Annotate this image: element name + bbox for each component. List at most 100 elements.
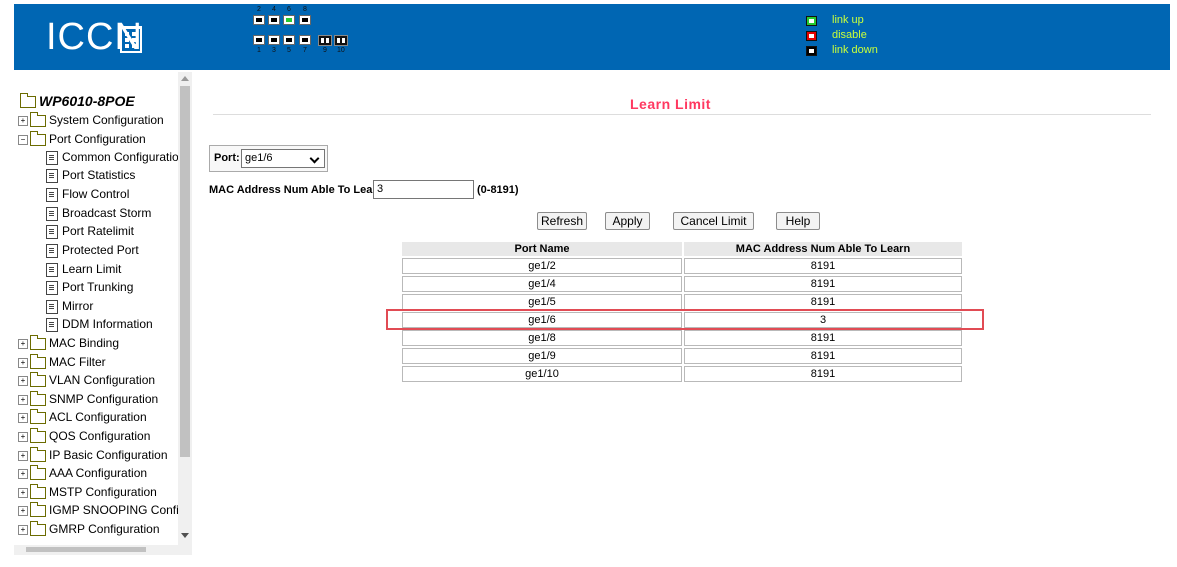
sidebar-item-learn-limit[interactable]: Learn Limit (46, 260, 121, 278)
expand-icon[interactable]: + (18, 505, 28, 516)
port-name-cell[interactable]: ge1/9 (402, 348, 682, 364)
sidebar-item-igmp-snooping-configuration[interactable]: + IGMP SNOOPING Configu (18, 501, 178, 519)
sidebar-item-qos-configuration[interactable]: + QOS Configuration (18, 427, 150, 445)
port-6-icon[interactable] (283, 15, 295, 25)
sidebar-item-mac-filter[interactable]: + MAC Filter (18, 353, 106, 371)
folder-icon (30, 501, 46, 517)
sidebar-item-port-ratelimit[interactable]: Port Ratelimit (46, 222, 134, 240)
sidebar-item-label: DDM Information (62, 317, 153, 331)
page-icon (46, 280, 58, 295)
port-name-cell[interactable]: ge1/2 (402, 258, 682, 274)
sidebar-item-gmrp-configuration[interactable]: + GMRP Configuration (18, 520, 160, 538)
sidebar-vertical-scrollbar[interactable] (178, 72, 192, 550)
sidebar-item-label: MAC Filter (49, 355, 106, 369)
sidebar-item-common-configuration[interactable]: Common Configuration (46, 148, 178, 166)
port-3-icon[interactable] (268, 35, 280, 45)
sidebar-item-label: GMRP Configuration (49, 522, 160, 536)
scroll-thumb[interactable] (180, 86, 190, 457)
port-number: 1 (257, 47, 261, 54)
folder-icon (30, 464, 46, 480)
port-number: 2 (257, 6, 261, 13)
scroll-down-icon[interactable] (181, 533, 189, 538)
link-up-icon (806, 16, 817, 26)
sidebar-horizontal-scrollbar[interactable] (14, 545, 192, 555)
sidebar-item-label: Port Statistics (62, 168, 136, 182)
sidebar-item-mac-binding[interactable]: + MAC Binding (18, 334, 119, 352)
sidebar-item-broadcast-storm[interactable]: Broadcast Storm (46, 204, 151, 222)
collapse-icon[interactable]: − (18, 134, 28, 145)
sidebar-item-flow-control[interactable]: Flow Control (46, 185, 129, 203)
refresh-button[interactable]: Refresh (537, 212, 587, 230)
port-label: Port: (214, 152, 240, 164)
sidebar-item-port-statistics[interactable]: Port Statistics (46, 166, 135, 184)
expand-icon[interactable]: + (18, 338, 28, 349)
disable-icon (806, 31, 817, 41)
sidebar-item-label: Broadcast Storm (62, 206, 152, 220)
folder-open-icon (30, 130, 46, 146)
help-button[interactable]: Help (776, 212, 820, 230)
folder-icon (30, 408, 46, 424)
port-7-icon[interactable] (299, 35, 311, 45)
page-icon (46, 187, 58, 202)
page-icon (46, 317, 58, 332)
table-row[interactable]: ge1/10 8191 (402, 366, 962, 382)
tree-root[interactable]: WP6010-8POE (20, 93, 135, 109)
sidebar-item-protected-port[interactable]: Protected Port (46, 241, 139, 259)
table-row[interactable]: ge1/8 8191 (402, 330, 962, 346)
port-name-cell[interactable]: ge1/5 (402, 294, 682, 310)
expand-icon[interactable]: + (18, 468, 28, 479)
port-5-icon[interactable] (283, 35, 295, 45)
main-content: Learn Limit Port: ge1/6 MAC Address Num … (193, 72, 1177, 567)
expand-icon[interactable]: + (18, 431, 28, 442)
port-2-icon[interactable] (253, 15, 265, 25)
sidebar-item-mirror[interactable]: Mirror (46, 297, 93, 315)
sidebar-item-aaa-configuration[interactable]: + AAA Configuration (18, 464, 147, 482)
folder-icon (30, 446, 46, 462)
port-number: 10 (337, 47, 345, 54)
expand-icon[interactable]: + (18, 394, 28, 405)
port-name-cell[interactable]: ge1/4 (402, 276, 682, 292)
mac-limit-cell: 8191 (684, 294, 962, 310)
port-name-cell[interactable]: ge1/8 (402, 330, 682, 346)
sidebar-item-ip-basic-configuration[interactable]: + IP Basic Configuration (18, 446, 168, 464)
port-4-icon[interactable] (268, 15, 280, 25)
port-name-cell[interactable]: ge1/10 (402, 366, 682, 382)
expand-icon[interactable]: + (18, 412, 28, 423)
sidebar-item-ddm-information[interactable]: DDM Information (46, 315, 153, 333)
sidebar-item-acl-configuration[interactable]: + ACL Configuration (18, 408, 147, 426)
port-number: 7 (303, 47, 307, 54)
cancel-limit-button[interactable]: Cancel Limit (673, 212, 754, 230)
sidebar-item-port-configuration[interactable]: − Port Configuration (18, 130, 146, 148)
port-select[interactable]: ge1/6 (241, 149, 325, 168)
port-8-icon[interactable] (299, 15, 311, 25)
table-row[interactable]: ge1/9 8191 (402, 348, 962, 364)
mac-limit-input[interactable]: 3 (373, 180, 474, 199)
expand-icon[interactable]: + (18, 357, 28, 368)
sidebar-item-mstp-configuration[interactable]: + MSTP Configuration (18, 483, 157, 501)
sidebar-item-vlan-configuration[interactable]: + VLAN Configuration (18, 371, 155, 389)
scroll-thumb[interactable] (26, 547, 146, 552)
folder-icon (30, 427, 46, 443)
folder-open-icon (20, 93, 36, 109)
sidebar-tree: WP6010-8POE + System Configuration − Port … (14, 72, 179, 550)
sidebar-item-snmp-configuration[interactable]: + SNMP Configuration (18, 390, 158, 408)
sfp-port-10-icon[interactable] (334, 35, 348, 46)
expand-icon[interactable]: + (18, 450, 28, 461)
sfp-port-9-icon[interactable] (318, 35, 332, 46)
expand-icon[interactable]: + (18, 375, 28, 386)
sidebar-item-label: Learn Limit (62, 262, 122, 276)
expand-icon[interactable]: + (18, 115, 28, 126)
folder-icon (30, 520, 46, 536)
expand-icon[interactable]: + (18, 487, 28, 498)
table-row[interactable]: ge1/5 8191 (402, 294, 962, 310)
apply-button[interactable]: Apply (605, 212, 650, 230)
folder-icon (30, 334, 46, 350)
port-number: 9 (323, 47, 327, 54)
scroll-up-icon[interactable] (181, 76, 189, 81)
sidebar-item-system-configuration[interactable]: + System Configuration (18, 111, 164, 129)
table-row[interactable]: ge1/4 8191 (402, 276, 962, 292)
port-1-icon[interactable] (253, 35, 265, 45)
table-row[interactable]: ge1/2 8191 (402, 258, 962, 274)
expand-icon[interactable]: + (18, 524, 28, 535)
sidebar-item-port-trunking[interactable]: Port Trunking (46, 278, 133, 296)
